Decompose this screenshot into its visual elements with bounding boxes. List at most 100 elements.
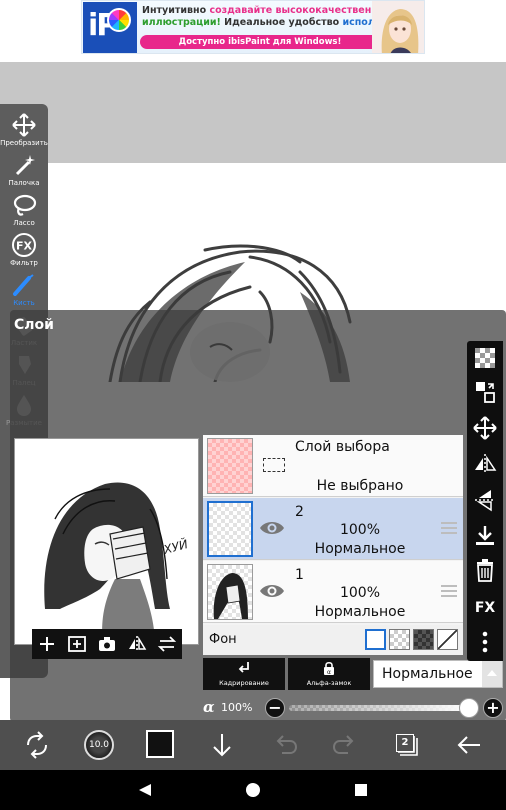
ad-cta-button[interactable]: Доступно ibisPaint для Windows!	[140, 35, 380, 49]
ad-banner[interactable]: iP Интуитивно создавайте высококачествен…	[81, 0, 425, 54]
rotate-layer-icon[interactable]	[156, 633, 178, 655]
layer-opacity: 100%	[339, 585, 381, 601]
ad-text-1a: Интуитивно	[142, 5, 210, 16]
ad-text-1b: создавайте высококачественные	[209, 5, 393, 16]
opacity-slider-knob[interactable]	[459, 698, 479, 718]
opacity-slider[interactable]	[289, 705, 469, 711]
background-label: Фон	[209, 632, 237, 647]
eye-icon[interactable]	[259, 581, 285, 601]
preview-artwork: ХУЙ	[15, 439, 198, 644]
brush-icon	[13, 274, 34, 296]
camera-icon[interactable]	[96, 633, 118, 655]
fx-icon: FX	[12, 233, 36, 257]
selection-layer-thumbnail	[207, 438, 253, 494]
color-picker-button[interactable]	[146, 730, 174, 758]
tool-magic-wand[interactable]: Палочка	[0, 152, 48, 187]
clipping-button[interactable]: Кадрирование	[203, 658, 285, 690]
tool-label: Преобразить	[0, 139, 48, 147]
background-row: Фон	[203, 625, 463, 655]
flip-layer-horizontal-icon[interactable]	[126, 633, 148, 655]
nav-home-icon[interactable]	[245, 782, 261, 798]
tool-label: Палочка	[8, 179, 40, 187]
tool-brush[interactable]: Кисть	[0, 272, 48, 307]
opacity-slider-row: α 100% − +	[203, 697, 506, 719]
brush-size-button[interactable]: 10.0	[84, 730, 114, 760]
merge-down-icon[interactable]	[472, 523, 498, 549]
arrow-down-icon[interactable]	[207, 730, 237, 760]
background-transparent-option[interactable]	[389, 629, 410, 650]
ad-text-2a: иллюстрации!	[142, 17, 225, 28]
background-dark-option[interactable]	[413, 629, 434, 650]
color-wheel-icon	[107, 8, 131, 32]
selection-marquee-icon	[263, 458, 285, 472]
tool-transform[interactable]: Преобразить	[0, 112, 48, 147]
ad-text-2b: Идеальное удобство	[224, 17, 343, 28]
system-nav-bar	[0, 770, 506, 810]
nav-back-icon[interactable]	[137, 782, 153, 798]
fx-icon[interactable]: FX	[472, 593, 498, 619]
lock-icon: α	[324, 661, 334, 676]
undo-icon[interactable]	[270, 730, 300, 760]
drag-handle-icon[interactable]	[441, 585, 457, 597]
opacity-increase-button[interactable]: +	[483, 698, 503, 718]
ad-strip: iP Интуитивно создавайте высококачествен…	[0, 0, 506, 62]
tool-label: Кисть	[13, 299, 35, 307]
ibispaint-logo: iP	[83, 2, 137, 53]
alpha-lock-label: Альфа-замок	[306, 679, 352, 687]
opacity-decrease-button[interactable]: −	[265, 698, 285, 718]
fx-label: FX	[475, 600, 496, 616]
swap-layers-icon[interactable]	[472, 379, 498, 405]
layer-number: 1	[295, 567, 304, 583]
selection-layer-status: Не выбрано	[316, 478, 404, 494]
preview-toolbar	[32, 629, 182, 659]
selection-layer-row[interactable]: Слой выбора Не выбрано	[203, 435, 463, 497]
layer-action-bar: Кадрирование α Альфа-замок Нормальное	[203, 658, 506, 694]
more-options-icon[interactable]	[472, 629, 498, 655]
layer-1-artwork	[213, 573, 248, 619]
layer-blend-mode: Нормальное	[314, 604, 406, 620]
new-layer-checker-icon[interactable]	[472, 345, 498, 371]
ad-character-image	[372, 1, 424, 53]
redo-icon[interactable]	[330, 730, 360, 760]
add-layer-icon[interactable]	[36, 633, 58, 655]
layer-blend-mode: Нормальное	[314, 541, 406, 557]
tool-label: Фильтр	[10, 259, 38, 267]
delete-icon[interactable]	[472, 557, 498, 583]
alpha-value: 100%	[221, 701, 253, 714]
chevron-up-icon	[482, 661, 502, 687]
move-layer-icon[interactable]	[472, 415, 498, 441]
tool-filter[interactable]: FX Фильтр	[0, 232, 48, 267]
bottom-toolbar: 10.0 2	[0, 720, 506, 770]
layer-thumbnail	[207, 564, 253, 620]
background-none-option[interactable]	[437, 629, 458, 650]
lasso-icon	[13, 194, 37, 216]
layer-list: Слой выбора Не выбрано 2 100% Нормальное…	[203, 435, 463, 655]
add-folder-icon[interactable]	[66, 633, 88, 655]
layer-opacity: 100%	[339, 522, 381, 538]
flip-vertical-icon[interactable]	[472, 487, 498, 513]
eye-icon[interactable]	[259, 518, 285, 538]
drag-handle-icon[interactable]	[441, 522, 457, 534]
tool-label: Лассо	[13, 219, 35, 227]
layer-count-button[interactable]: 2	[396, 734, 414, 752]
rotate-canvas-icon[interactable]	[22, 730, 52, 760]
tool-lasso[interactable]: Лассо	[0, 192, 48, 227]
alpha-symbol: α	[203, 698, 215, 716]
layer-row[interactable]: 1 100% Нормальное	[203, 561, 463, 623]
layer-thumbnail	[207, 501, 253, 557]
flip-horizontal-icon[interactable]	[472, 451, 498, 477]
move-icon	[12, 113, 36, 137]
clip-arrow-icon	[238, 662, 249, 673]
selection-layer-name: Слой выбора	[295, 439, 390, 455]
right-layer-toolbar: FX	[467, 341, 503, 661]
blend-mode-value: Нормальное	[382, 666, 473, 682]
layer-preview: ХУЙ	[14, 438, 199, 645]
blend-mode-select[interactable]: Нормальное	[373, 660, 503, 688]
back-arrow-icon[interactable]	[454, 730, 484, 760]
layer-row[interactable]: 2 100% Нормальное	[203, 498, 463, 560]
fx-glyph: FX	[16, 240, 33, 253]
nav-recents-icon[interactable]	[353, 782, 369, 798]
magic-wand-icon	[15, 155, 35, 176]
alpha-lock-button[interactable]: α Альфа-замок	[288, 658, 370, 690]
background-white-option[interactable]	[365, 629, 386, 650]
